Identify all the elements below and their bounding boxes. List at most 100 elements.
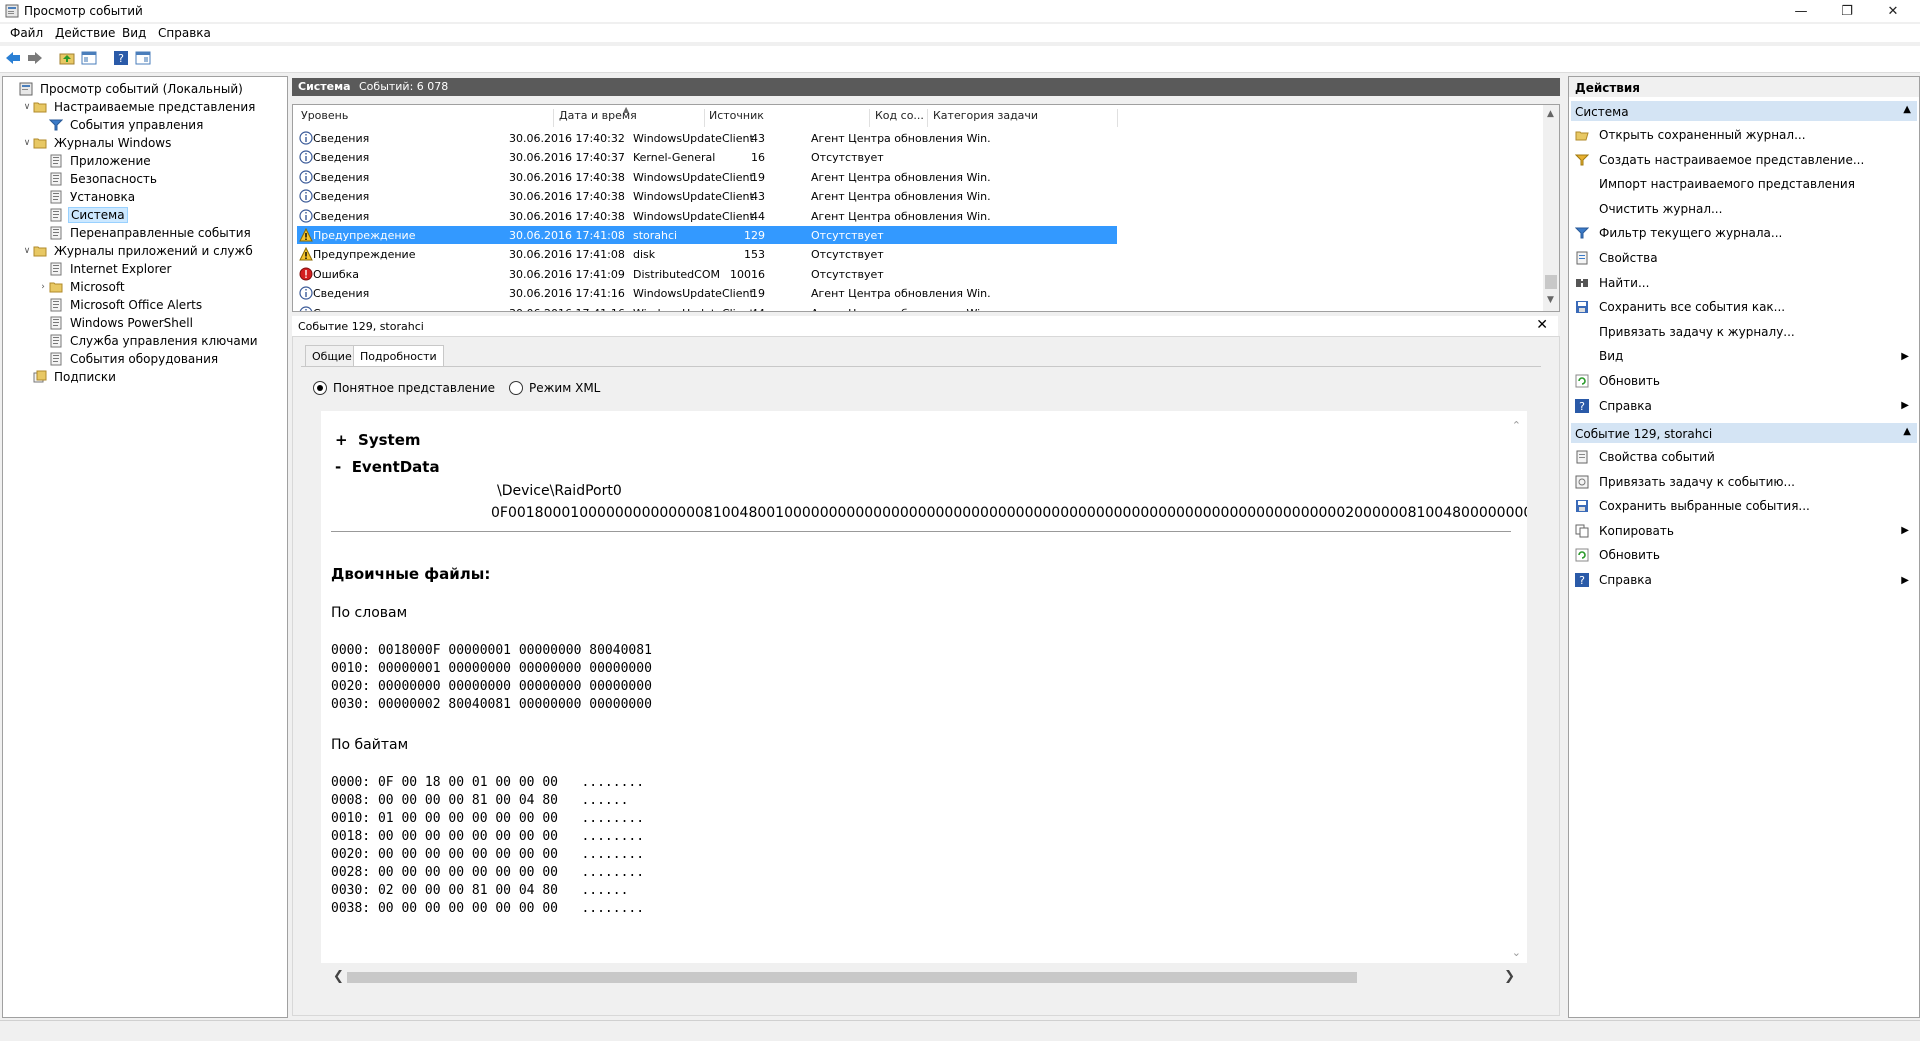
- tree-item[interactable]: Установка: [37, 188, 137, 206]
- tab-details[interactable]: Подробности: [353, 345, 444, 367]
- action-items1-0[interactable]: Открыть сохраненный журнал...: [1575, 125, 1915, 145]
- tab-general[interactable]: Общие: [305, 345, 359, 367]
- table-row[interactable]: Сведения30.06.2016 17:40:38WindowsUpdate…: [297, 187, 1117, 205]
- column-source[interactable]: Источник: [709, 109, 870, 127]
- show-hide-tree-icon[interactable]: [80, 49, 98, 67]
- restore-button[interactable]: ❐: [1824, 0, 1870, 22]
- svg-text:?: ?: [1579, 400, 1585, 413]
- action-items1-8[interactable]: Привязать задачу к журналу...: [1575, 322, 1915, 342]
- expand-chevron-icon[interactable]: ∨: [21, 138, 33, 148]
- expand-chevron-icon[interactable]: ∨: [21, 246, 33, 256]
- actions-section-event[interactable]: Событие 129, storahci ▲: [1571, 423, 1917, 443]
- expand-chevron-icon[interactable]: ∨: [21, 102, 33, 112]
- tree-item[interactable]: ›Microsoft: [37, 278, 127, 296]
- tree-item[interactable]: ∨Настраиваемые представления: [21, 98, 257, 116]
- tree-item[interactable]: Просмотр событий (Локальный): [7, 80, 245, 98]
- action-items2-5[interactable]: ?Справка▶: [1575, 570, 1915, 590]
- tree-item[interactable]: Приложение: [37, 152, 153, 170]
- tree-item[interactable]: Служба управления ключами: [37, 332, 260, 350]
- eventdata-node[interactable]: - EventData: [335, 458, 440, 476]
- tree-item[interactable]: Подписки: [21, 368, 118, 386]
- column-task-category[interactable]: Категория задачи: [933, 109, 1118, 127]
- table-row[interactable]: Сведения30.06.2016 17:41:16WindowsUpdate…: [297, 304, 1117, 312]
- tree-item[interactable]: Безопасность: [37, 170, 159, 188]
- table-row[interactable]: Сведения30.06.2016 17:41:16WindowsUpdate…: [297, 284, 1117, 302]
- tree-item[interactable]: ∨Журналы приложений и служб: [21, 242, 255, 260]
- column-date[interactable]: Дата и время: [559, 109, 705, 127]
- tree-item[interactable]: Internet Explorer: [37, 260, 173, 278]
- event-viewer-icon: [19, 82, 33, 96]
- up-folder-icon[interactable]: [58, 49, 76, 67]
- action-items1-6[interactable]: Найти...: [1575, 273, 1915, 293]
- hscroll-thumb[interactable]: [347, 972, 1357, 983]
- radio-friendly-view[interactable]: Понятное представление: [313, 381, 495, 395]
- action-items1-11[interactable]: ?Справка▶: [1575, 396, 1915, 416]
- help-icon[interactable]: ?: [112, 49, 130, 67]
- table-row[interactable]: Ошибка30.06.2016 17:41:09DistributedCOM1…: [297, 265, 1117, 283]
- radio-xml-view[interactable]: Режим XML: [509, 381, 600, 395]
- event-list-scrollbar[interactable]: ▲ ▼: [1543, 105, 1559, 311]
- menu-file[interactable]: Файл: [10, 26, 43, 40]
- detail-hscrollbar[interactable]: ❮ ❯: [333, 969, 1515, 985]
- tree-item[interactable]: Microsoft Office Alerts: [37, 296, 204, 314]
- action-label: Привязать задачу к событию...: [1599, 475, 1795, 489]
- action-items1-5[interactable]: Свойства: [1575, 248, 1915, 268]
- forward-icon[interactable]: [26, 49, 44, 67]
- tree-item[interactable]: События оборудования: [37, 350, 220, 368]
- scroll-down-icon[interactable]: ▼: [1547, 295, 1554, 305]
- action-items1-2[interactable]: Импорт настраиваемого представления: [1575, 174, 1915, 194]
- close-window-button[interactable]: ✕: [1870, 0, 1916, 22]
- tree-item[interactable]: События управления: [37, 116, 205, 134]
- back-icon[interactable]: [4, 49, 22, 67]
- column-level[interactable]: Уровень: [301, 109, 554, 127]
- table-row[interactable]: Сведения30.06.2016 17:40:38WindowsUpdate…: [297, 168, 1117, 186]
- scroll-thumb[interactable]: [1545, 275, 1557, 289]
- info-icon: [299, 131, 313, 145]
- action-items2-0[interactable]: Свойства событий: [1575, 447, 1915, 467]
- menu-view[interactable]: Вид: [122, 26, 146, 40]
- expand-plus-icon[interactable]: +: [335, 431, 348, 449]
- submenu-arrow-icon: ▶: [1901, 351, 1909, 362]
- tree-item[interactable]: Windows PowerShell: [37, 314, 195, 332]
- minimize-button[interactable]: —: [1778, 0, 1824, 22]
- scroll-up-icon[interactable]: ▲: [1547, 109, 1554, 119]
- table-row[interactable]: Сведения30.06.2016 17:40:38WindowsUpdate…: [297, 207, 1117, 225]
- menu-help[interactable]: Справка: [158, 26, 211, 40]
- scroll-right-icon[interactable]: ❯: [1504, 969, 1515, 984]
- action-items2-2[interactable]: Сохранить выбранные события...: [1575, 496, 1915, 516]
- action-items1-4[interactable]: Фильтр текущего журнала...: [1575, 223, 1915, 243]
- scroll-left-icon[interactable]: ❮: [333, 969, 344, 984]
- menu-action[interactable]: Действие: [55, 26, 115, 40]
- action-items1-10[interactable]: Обновить: [1575, 371, 1915, 391]
- action-items1-1[interactable]: Создать настраиваемое представление...: [1575, 150, 1915, 170]
- action-items1-3[interactable]: Очистить журнал...: [1575, 199, 1915, 219]
- collapse-section-icon[interactable]: ▲: [1903, 426, 1911, 437]
- action-items2-3[interactable]: Копировать▶: [1575, 521, 1915, 541]
- cell-event-id: 44: [725, 307, 765, 312]
- system-node[interactable]: + System: [335, 431, 421, 449]
- collapse-minus-icon[interactable]: -: [335, 458, 341, 476]
- tree-item[interactable]: Система: [37, 206, 128, 224]
- close-detail-icon[interactable]: ✕: [1536, 317, 1548, 333]
- table-row[interactable]: Сведения30.06.2016 17:40:37Kernel-Genera…: [297, 148, 1117, 166]
- scroll-down-chevron-icon[interactable]: ⌄: [1512, 946, 1521, 959]
- table-row[interactable]: Сведения30.06.2016 17:40:32WindowsUpdate…: [297, 129, 1117, 147]
- column-event-id[interactable]: Код со...: [875, 109, 928, 127]
- tree-item[interactable]: Перенаправленные события: [37, 224, 253, 242]
- cell-level: Сведения: [313, 307, 369, 312]
- error-icon: [299, 267, 313, 281]
- action-items1-7[interactable]: Сохранить все события как...: [1575, 297, 1915, 317]
- table-row[interactable]: Предупреждение30.06.2016 17:41:08storahc…: [297, 226, 1117, 244]
- tree-item[interactable]: ∨Журналы Windows: [21, 134, 173, 152]
- action-items1-9[interactable]: Вид▶: [1575, 346, 1915, 366]
- table-row[interactable]: Предупреждение30.06.2016 17:41:08disk153…: [297, 245, 1117, 263]
- scroll-up-chevron-icon[interactable]: ⌃: [1512, 419, 1521, 432]
- collapse-section-icon[interactable]: ▲: [1903, 104, 1911, 115]
- action-items2-4[interactable]: Обновить: [1575, 545, 1915, 565]
- cell-event-id: 129: [725, 229, 765, 242]
- radio-xml-label: Режим XML: [529, 381, 600, 395]
- actions-section-log[interactable]: Система ▲: [1571, 101, 1917, 121]
- collapse-chevron-icon[interactable]: ›: [37, 282, 49, 292]
- show-hide-action-pane-icon[interactable]: [134, 49, 152, 67]
- action-items2-1[interactable]: Привязать задачу к событию...: [1575, 472, 1915, 492]
